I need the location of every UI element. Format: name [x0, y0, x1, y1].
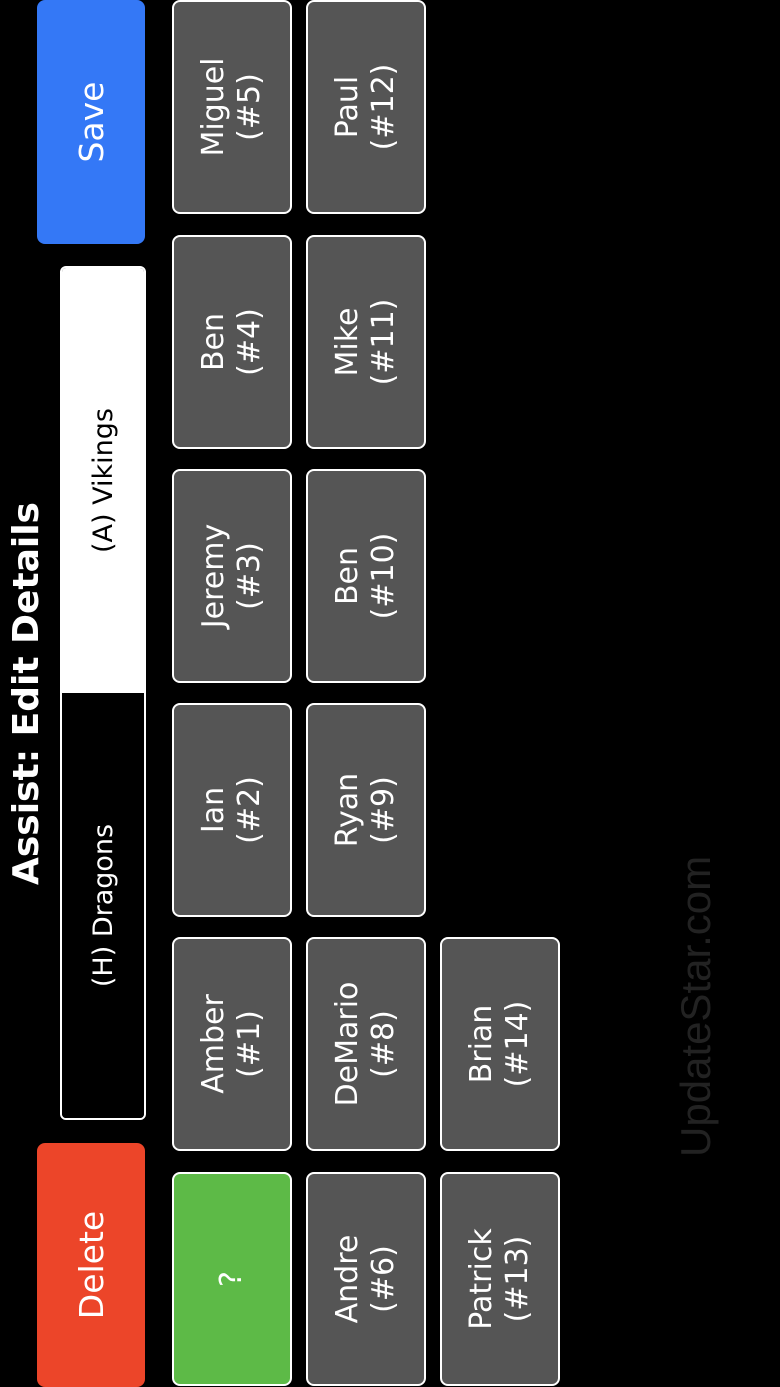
player-number: (#2)	[232, 776, 267, 844]
screen: Assist: Edit Details Delete (H) Dragons …	[0, 0, 780, 1387]
player-number: (#4)	[232, 308, 267, 376]
delete-button[interactable]: Delete	[37, 1143, 145, 1387]
player-tile-unknown[interactable]: ?	[172, 1172, 292, 1386]
player-number: (#8)	[366, 1010, 401, 1078]
player-number: (#13)	[500, 1235, 535, 1323]
player-name: Ben	[330, 546, 365, 606]
save-button[interactable]: Save	[37, 0, 145, 244]
player-name: DeMario	[330, 981, 365, 1107]
player-tile[interactable]: Jeremy (#3)	[172, 469, 292, 683]
player-tile[interactable]: Andre (#6)	[306, 1172, 426, 1386]
delete-button-label: Delete	[71, 1210, 111, 1320]
player-tile[interactable]: DeMario (#8)	[306, 937, 426, 1151]
player-tile[interactable]: Ben (#10)	[306, 469, 426, 683]
player-tile[interactable]: Paul (#12)	[306, 0, 426, 214]
home-team-label: (H) Dragons	[87, 823, 119, 988]
player-number: (#10)	[366, 532, 401, 620]
player-number: (#6)	[366, 1245, 401, 1313]
player-name: Patrick	[464, 1228, 499, 1330]
player-name: Paul	[330, 75, 365, 139]
player-number: (#9)	[366, 776, 401, 844]
watermark: UpdateStar.com	[672, 855, 719, 1157]
player-tile[interactable]: Brian (#14)	[440, 937, 560, 1151]
landscape-view: Assist: Edit Details Delete (H) Dragons …	[0, 0, 780, 1387]
player-number: (#14)	[500, 1000, 535, 1088]
player-name: Mike	[330, 307, 365, 377]
away-team-label: (A) Vikings	[87, 408, 119, 553]
player-tile[interactable]: Amber (#1)	[172, 937, 292, 1151]
player-name: Ben	[196, 312, 231, 372]
player-tile[interactable]: Patrick (#13)	[440, 1172, 560, 1386]
player-name: ?	[214, 1271, 249, 1287]
player-name: Ryan	[330, 772, 365, 848]
player-number: (#12)	[366, 63, 401, 151]
player-tile[interactable]: Ian (#2)	[172, 703, 292, 917]
player-name: Andre	[330, 1234, 365, 1324]
save-button-label: Save	[71, 81, 111, 163]
tab-away-team[interactable]: (A) Vikings	[62, 268, 144, 693]
player-number: (#3)	[232, 542, 267, 610]
team-selector: (H) Dragons (A) Vikings	[60, 266, 146, 1120]
player-tile[interactable]: Ben (#4)	[172, 235, 292, 449]
player-number: (#5)	[232, 73, 267, 141]
player-name: Amber	[196, 994, 231, 1094]
player-name: Miguel	[196, 57, 231, 157]
player-name: Brian	[464, 1004, 499, 1084]
player-tile[interactable]: Ryan (#9)	[306, 703, 426, 917]
player-name: Ian	[196, 786, 231, 834]
player-tile[interactable]: Miguel (#5)	[172, 0, 292, 214]
player-tile[interactable]: Mike (#11)	[306, 235, 426, 449]
player-number: (#1)	[232, 1010, 267, 1078]
tab-home-team[interactable]: (H) Dragons	[62, 693, 144, 1118]
player-name: Jeremy	[196, 523, 231, 629]
player-number: (#11)	[366, 298, 401, 386]
